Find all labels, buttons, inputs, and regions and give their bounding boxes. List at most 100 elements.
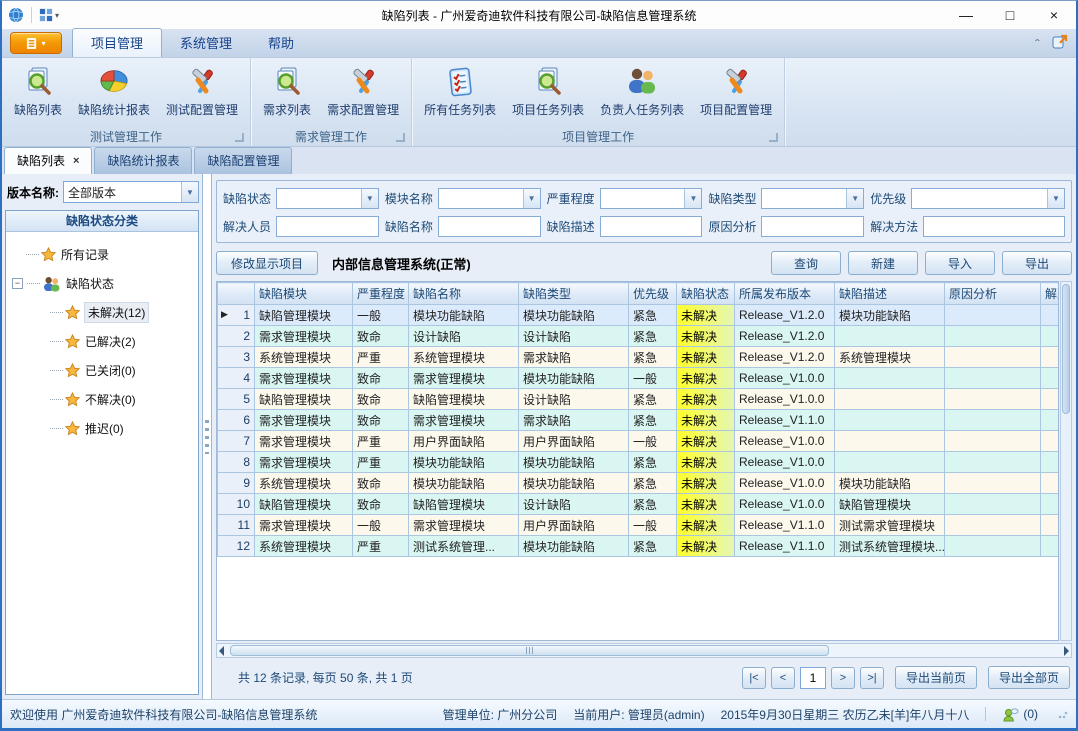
data-cell[interactable]: 致命 <box>353 326 409 347</box>
data-cell[interactable] <box>835 326 945 347</box>
status-cell[interactable]: 未解决 <box>677 431 735 452</box>
status-cell[interactable]: 未解决 <box>677 389 735 410</box>
tree-item[interactable]: −缺陷状态 <box>12 269 196 298</box>
next-page-button[interactable]: > <box>831 667 855 689</box>
column-header[interactable]: 缺陷类型 <box>519 283 629 305</box>
row-number[interactable]: 4 <box>218 368 255 389</box>
tree-item[interactable]: 未解决(12) <box>12 298 196 327</box>
tree-item[interactable]: 所有记录 <box>12 240 196 269</box>
data-cell[interactable]: 一般 <box>353 515 409 536</box>
status-cell[interactable]: 未解决 <box>677 347 735 368</box>
data-cell[interactable]: 系统管理模块 <box>409 347 519 368</box>
data-cell[interactable]: 需求缺陷 <box>519 347 629 368</box>
data-cell[interactable] <box>1041 536 1060 557</box>
data-cell[interactable]: 一般 <box>629 515 677 536</box>
data-cell[interactable] <box>945 368 1041 389</box>
data-cell[interactable] <box>1041 326 1060 347</box>
row-selector-header[interactable] <box>218 283 255 305</box>
app-menu-button[interactable]: ▾ <box>10 32 62 54</box>
status-cell[interactable]: 未解决 <box>677 515 735 536</box>
data-cell[interactable]: 缺陷管理模块 <box>409 494 519 515</box>
data-cell[interactable]: 系统管理模块 <box>255 473 353 494</box>
data-cell[interactable]: 需求管理模块 <box>255 515 353 536</box>
data-cell[interactable]: Release_V1.2.0 <box>735 347 835 368</box>
data-cell[interactable]: 需求管理模块 <box>255 452 353 473</box>
filter-dropdown[interactable]: ▼ <box>276 188 379 209</box>
ribbon-button[interactable]: 所有任务列表 <box>416 62 504 120</box>
dialog-launcher-icon[interactable] <box>769 133 778 142</box>
data-cell[interactable]: 需求缺陷 <box>519 410 629 431</box>
filter-dropdown[interactable]: ▼ <box>911 188 1065 209</box>
data-cell[interactable]: 缺陷管理模块 <box>255 494 353 515</box>
data-cell[interactable]: 用户界面缺陷 <box>409 431 519 452</box>
data-cell[interactable] <box>1041 368 1060 389</box>
scroll-left-icon[interactable] <box>219 646 224 656</box>
table-row[interactable]: 4需求管理模块致命需求管理模块模块功能缺陷一般未解决Release_V1.0.0 <box>218 368 1060 389</box>
status-cell[interactable]: 未解决 <box>677 536 735 557</box>
filter-dropdown[interactable]: ▼ <box>761 188 864 209</box>
column-header[interactable]: 严重程度 <box>353 283 409 305</box>
data-cell[interactable]: Release_V1.0.0 <box>735 368 835 389</box>
table-row[interactable]: 3系统管理模块严重系统管理模块需求缺陷紧急未解决Release_V1.2.0系统… <box>218 347 1060 368</box>
data-cell[interactable]: 紧急 <box>629 305 677 326</box>
row-number[interactable]: 5 <box>218 389 255 410</box>
filter-dropdown[interactable]: ▼ <box>600 188 703 209</box>
data-cell[interactable] <box>945 410 1041 431</box>
data-cell[interactable] <box>945 431 1041 452</box>
filter-input[interactable] <box>438 216 541 237</box>
export-all-pages-button[interactable]: 导出全部页 <box>988 666 1070 689</box>
resize-grip-icon[interactable] <box>1058 709 1068 719</box>
ribbon-button[interactable]: 需求列表 <box>255 62 319 120</box>
column-header[interactable]: 解决方法 <box>1041 283 1060 305</box>
data-cell[interactable]: 模块功能缺陷 <box>519 368 629 389</box>
data-cell[interactable] <box>1041 347 1060 368</box>
data-cell[interactable]: 严重 <box>353 431 409 452</box>
table-row[interactable]: 1▶缺陷管理模块一般模块功能缺陷模块功能缺陷紧急未解决Release_V1.2.… <box>218 305 1060 326</box>
ribbon-button[interactable]: 项目配置管理 <box>692 62 780 120</box>
status-cell[interactable]: 未解决 <box>677 368 735 389</box>
data-cell[interactable] <box>945 473 1041 494</box>
data-cell[interactable]: 缺陷管理模块 <box>835 494 945 515</box>
data-cell[interactable]: 模块功能缺陷 <box>409 452 519 473</box>
data-cell[interactable]: 致命 <box>353 389 409 410</box>
table-row[interactable]: 5缺陷管理模块致命缺陷管理模块设计缺陷紧急未解决Release_V1.0.0 <box>218 389 1060 410</box>
chevron-down-icon[interactable]: ▼ <box>684 189 701 208</box>
data-cell[interactable] <box>945 326 1041 347</box>
horizontal-scrollbar[interactable] <box>216 643 1072 658</box>
row-number[interactable]: 2 <box>218 326 255 347</box>
data-cell[interactable] <box>835 431 945 452</box>
data-cell[interactable]: 紧急 <box>629 389 677 410</box>
import-button[interactable]: 导入 <box>925 251 995 275</box>
data-cell[interactable]: Release_V1.0.0 <box>735 473 835 494</box>
status-cell[interactable]: 未解决 <box>677 452 735 473</box>
online-users[interactable]: (0) <box>1002 707 1038 722</box>
horizontal-scrollbar-thumb[interactable] <box>230 645 829 656</box>
data-cell[interactable]: 需求管理模块 <box>409 515 519 536</box>
data-cell[interactable]: Release_V1.0.0 <box>735 431 835 452</box>
data-cell[interactable]: 用户界面缺陷 <box>519 431 629 452</box>
data-cell[interactable]: 模块功能缺陷 <box>519 452 629 473</box>
data-cell[interactable]: 设计缺陷 <box>519 326 629 347</box>
status-cell[interactable]: 未解决 <box>677 305 735 326</box>
tree-item[interactable]: 不解决(0) <box>12 385 196 414</box>
data-cell[interactable] <box>835 410 945 431</box>
status-cell[interactable]: 未解决 <box>677 494 735 515</box>
column-header[interactable]: 所属发布版本 <box>735 283 835 305</box>
ribbon-button[interactable]: 需求配置管理 <box>319 62 407 120</box>
data-cell[interactable]: 紧急 <box>629 326 677 347</box>
row-number[interactable]: 1▶ <box>218 305 255 326</box>
data-cell[interactable]: 致命 <box>353 410 409 431</box>
vertical-scrollbar[interactable] <box>1060 281 1072 641</box>
tree-item[interactable]: 已解决(2) <box>12 327 196 356</box>
ribbon-button[interactable]: 测试配置管理 <box>158 62 246 120</box>
data-cell[interactable]: 模块功能缺陷 <box>409 305 519 326</box>
data-cell[interactable]: 系统管理模块 <box>835 347 945 368</box>
data-cell[interactable]: 系统管理模块 <box>255 347 353 368</box>
data-cell[interactable] <box>945 389 1041 410</box>
data-cell[interactable]: Release_V1.2.0 <box>735 326 835 347</box>
column-header[interactable]: 缺陷模块 <box>255 283 353 305</box>
chevron-down-icon[interactable]: ▾ <box>55 11 59 20</box>
table-row[interactable]: 2需求管理模块致命设计缺陷设计缺陷紧急未解决Release_V1.2.0 <box>218 326 1060 347</box>
data-cell[interactable] <box>835 368 945 389</box>
data-cell[interactable]: 用户界面缺陷 <box>519 515 629 536</box>
